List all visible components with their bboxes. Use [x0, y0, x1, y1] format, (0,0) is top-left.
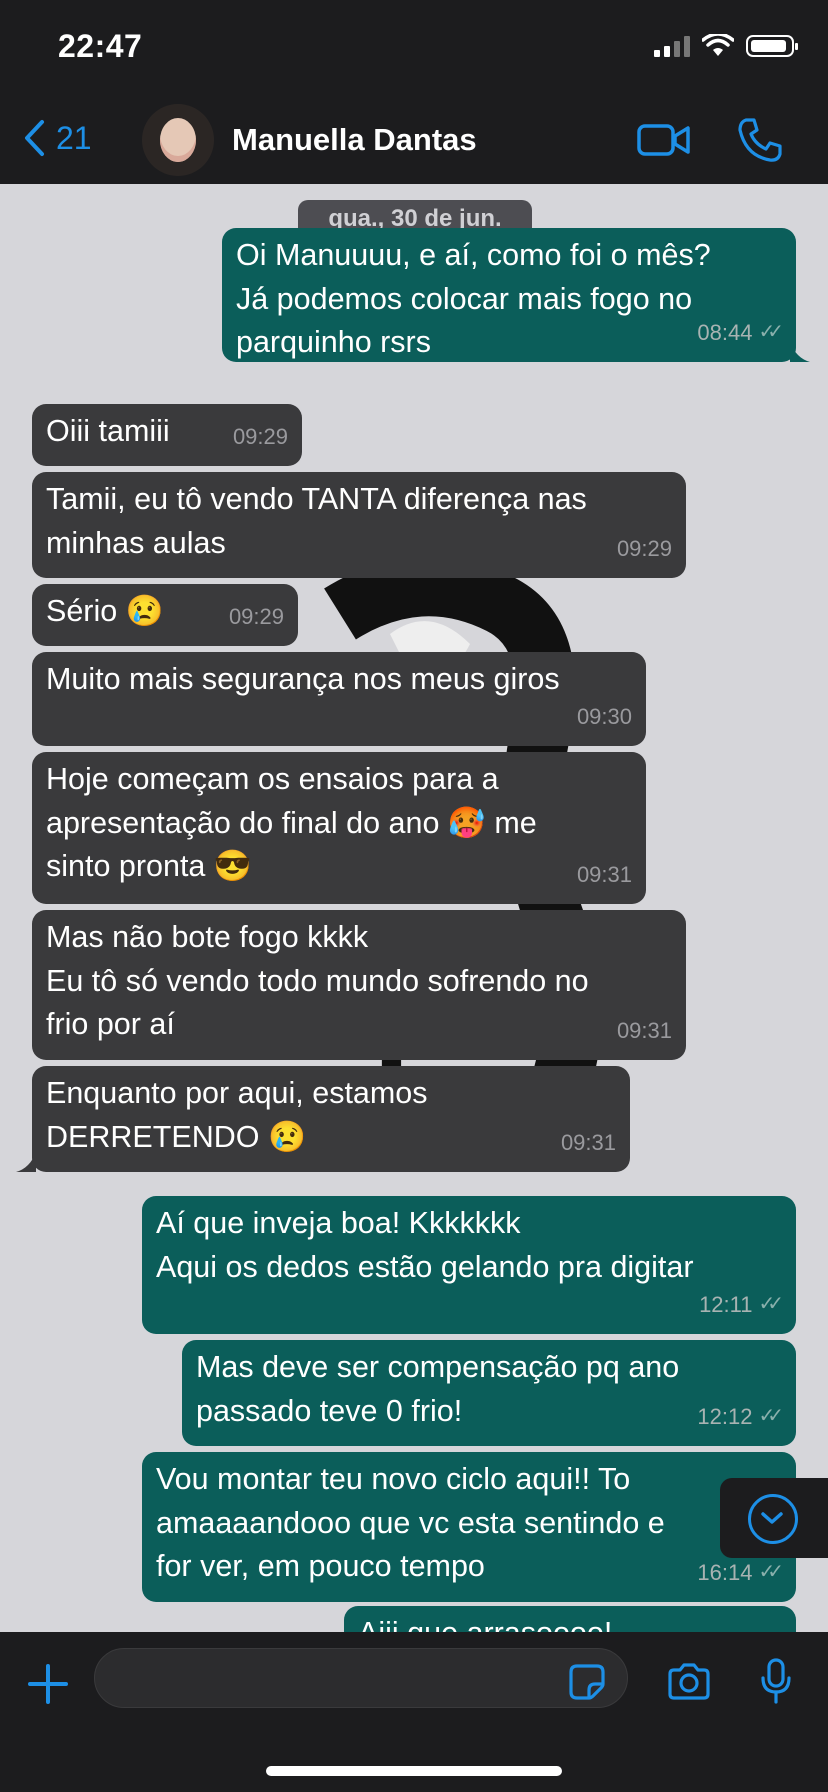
- bubble-tail: [16, 1152, 36, 1172]
- unread-count: 21: [56, 119, 92, 156]
- message-text: Aí que inveja boa! Kkkkkkk Aqui os dedos…: [156, 1206, 694, 1284]
- message-text: Enquanto por aqui, estamos DERRETENDO 😢: [46, 1076, 428, 1154]
- microphone-icon[interactable]: [760, 1658, 792, 1706]
- battery-icon: [746, 35, 798, 57]
- avatar[interactable]: [142, 104, 214, 176]
- message-text: Muito mais segurança nos meus giros: [46, 662, 560, 696]
- status-icons: [654, 34, 798, 58]
- message-text: Hoje começam os ensaios para a apresenta…: [46, 762, 537, 883]
- sticker-icon[interactable]: [567, 1662, 607, 1702]
- status-time: 22:47: [58, 28, 143, 64]
- chevron-left-icon: [25, 120, 44, 156]
- message-bubble[interactable]: Sério 😢 09:29: [32, 584, 298, 646]
- read-receipt-icon: ✓✓: [758, 320, 783, 343]
- status-bar: 22:47: [0, 0, 828, 96]
- message-bubble[interactable]: Tamii, eu tô vendo TANTA diferença nas m…: [32, 472, 686, 578]
- plus-icon[interactable]: [26, 1662, 70, 1706]
- message-time: 08:44: [697, 319, 753, 345]
- message-text: Vou montar teu novo ciclo aqui!! To amaa…: [156, 1462, 665, 1583]
- message-text: Mas não bote fogo kkkk Eu tô só vendo to…: [46, 920, 589, 1041]
- message-bubble[interactable]: Hoje começam os ensaios para a apresenta…: [32, 752, 646, 904]
- message-time: 09:29: [232, 423, 288, 449]
- message-time: 09:30: [576, 703, 632, 729]
- message-list[interactable]: eis qua., 30 de jun. Oi Manuuuu, e aí, c…: [0, 184, 828, 1632]
- message-meta: 08:44 ✓✓: [697, 311, 783, 355]
- message-time: 09:31: [560, 1129, 616, 1155]
- message-bubble[interactable]: Enquanto por aqui, estamos DERRETENDO 😢 …: [16, 1066, 630, 1172]
- wifi-icon: [702, 34, 734, 56]
- message-text: Tamii, eu tô vendo TANTA diferença nas m…: [46, 482, 587, 560]
- message-time: 12:11: [699, 1291, 753, 1317]
- message-input[interactable]: [94, 1648, 628, 1708]
- message-bubble[interactable]: Aí que inveja boa! Kkkkkkk Aqui os dedos…: [142, 1196, 796, 1334]
- back-button[interactable]: 21: [22, 118, 92, 158]
- composer-bar: [0, 1632, 828, 1792]
- camera-icon[interactable]: [666, 1662, 712, 1702]
- message-meta: 12:11 ✓✓: [699, 1283, 784, 1327]
- video-call-icon[interactable]: [636, 118, 692, 162]
- phone-call-icon[interactable]: [736, 116, 784, 164]
- bubble-tail: [790, 342, 810, 362]
- message-time: 12:12: [697, 1403, 753, 1429]
- message-time: 09:31: [576, 861, 632, 887]
- message-bubble[interactable]: Oi Manuuuu, e aí, como foi o mês? Já pod…: [222, 228, 810, 362]
- chevron-down-icon: [761, 1512, 783, 1524]
- read-receipt-icon: ✓✓: [758, 1292, 783, 1315]
- signal-icon: [654, 35, 690, 57]
- message-bubble[interactable]: Oiii tamiii 09:29: [32, 404, 302, 466]
- message-bubble[interactable]: Mas não bote fogo kkkk Eu tô só vendo to…: [32, 910, 686, 1060]
- home-indicator: [266, 1766, 562, 1776]
- message-time: 09:29: [228, 603, 284, 629]
- message-bubble[interactable]: Muito mais segurança nos meus giros 09:3…: [32, 652, 646, 746]
- message-bubble[interactable]: Vou montar teu novo ciclo aqui!! To amaa…: [142, 1452, 796, 1602]
- message-text: Mas deve ser compensação pq ano passado …: [196, 1350, 680, 1428]
- scroll-to-bottom-button[interactable]: [720, 1478, 828, 1558]
- message-time: 09:29: [616, 535, 672, 561]
- message-bubble[interactable]: Mas deve ser compensação pq ano passado …: [182, 1340, 796, 1446]
- contact-name[interactable]: Manuella Dantas: [232, 122, 477, 158]
- message-bubble[interactable]: Aiii que arrasoooo!: [344, 1606, 796, 1632]
- message-time: 09:31: [616, 1017, 672, 1043]
- message-meta: 12:12 ✓✓: [697, 1395, 783, 1439]
- read-receipt-icon: ✓✓: [758, 1404, 783, 1427]
- message-text: Aiii que arrasoooo!: [358, 1612, 782, 1632]
- chat-header: 21 Manuella Dantas: [0, 96, 828, 184]
